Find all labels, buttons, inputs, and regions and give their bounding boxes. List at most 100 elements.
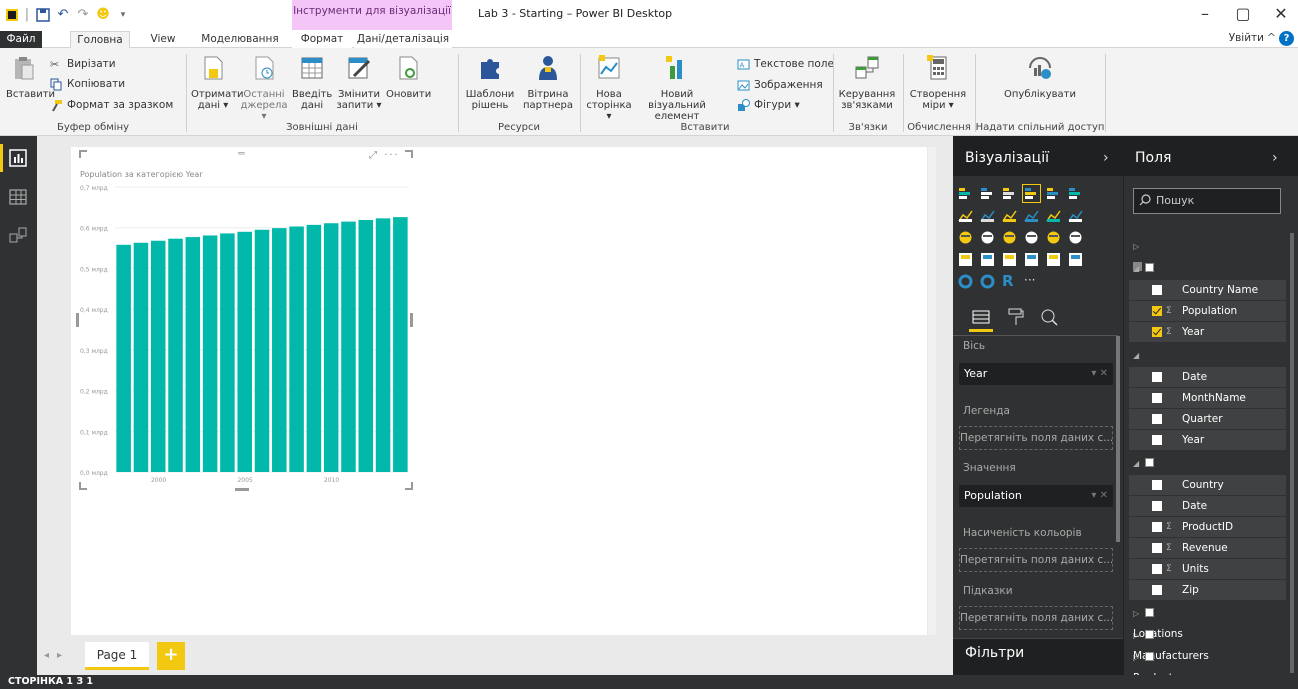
solution-templates-button[interactable]: Шаблони рішень — [462, 54, 518, 111]
field-item[interactable]: Country — [1129, 475, 1286, 495]
new-page-button[interactable]: Нова сторінка ▾ — [584, 54, 634, 122]
field-table-locations[interactable]: ▷Locations — [1133, 603, 1183, 640]
bar-2010[interactable] — [323, 223, 339, 472]
tab-home[interactable]: Головна — [70, 31, 130, 49]
new-visual-button[interactable]: Новий візуальний елемент — [636, 54, 718, 122]
chevron-expanded-icon[interactable]: ◢ — [1133, 459, 1139, 468]
maximize-button[interactable]: ▢ — [1234, 4, 1252, 23]
edit-queries-button[interactable]: Змінити запити ▾ — [336, 54, 382, 111]
tab-view[interactable]: View — [140, 31, 186, 48]
recent-sources-button[interactable]: Останні джерела ▾ — [240, 54, 288, 122]
field-checkbox[interactable] — [1152, 585, 1162, 595]
bar-2009[interactable] — [306, 224, 322, 472]
field-table-products[interactable]: ▷Products — [1133, 647, 1178, 684]
multi-row-card-icon[interactable] — [1024, 252, 1039, 267]
fields-search-input[interactable]: Пошук — [1133, 188, 1281, 214]
donut-chart-icon[interactable] — [980, 274, 995, 289]
save-icon[interactable] — [36, 8, 50, 22]
field-table-sales[interactable]: ▷Sales — [1133, 236, 1161, 293]
page-tab[interactable]: Page 1 — [85, 642, 149, 670]
field-item[interactable]: Σ Revenue — [1129, 538, 1286, 558]
help-icon[interactable]: ? — [1279, 31, 1294, 46]
new-measure-button[interactable]: Створення міри ▾ — [906, 54, 970, 111]
cut-button[interactable]: ✂ Вирізати — [50, 55, 116, 73]
field-item[interactable]: Country Name — [1129, 280, 1286, 300]
ribbon-chart-icon[interactable] — [1068, 208, 1083, 223]
redo-icon[interactable]: ↷ — [76, 8, 90, 22]
report-view-icon[interactable] — [9, 149, 27, 167]
collapse-viz-pane-icon[interactable]: › — [1103, 150, 1109, 166]
table-visual-icon[interactable] — [1046, 230, 1061, 245]
line-stacked-column-chart-icon[interactable] — [1046, 208, 1061, 223]
sign-in-link[interactable]: Увійти — [1229, 32, 1264, 44]
field-checkbox[interactable] — [1152, 543, 1162, 553]
resize-handle[interactable] — [79, 150, 87, 158]
line-column-chart-icon[interactable] — [1024, 208, 1039, 223]
field-item[interactable]: Σ Population — [1129, 301, 1286, 321]
field-table-manufacturers[interactable]: ▷Manufacturers — [1133, 625, 1209, 662]
bar-2008[interactable] — [289, 226, 304, 472]
funnel-icon[interactable] — [980, 252, 995, 267]
field-checkbox[interactable] — [1152, 435, 1162, 445]
pie-chart-icon[interactable] — [980, 230, 995, 245]
remove-field-icon[interactable]: ▾ ✕ — [1091, 363, 1108, 385]
field-checkbox[interactable] — [1152, 327, 1162, 337]
more-visuals-icon[interactable]: ··· — [1024, 274, 1039, 289]
fields-tab-icon[interactable] — [972, 308, 990, 326]
bar-2011[interactable] — [341, 221, 356, 472]
bar-1998[interactable] — [116, 244, 131, 472]
bar-2002[interactable] — [185, 237, 201, 472]
chevron-collapsed-icon[interactable]: ▷ — [1133, 653, 1139, 662]
100-column-chart-icon[interactable] — [1068, 186, 1083, 201]
chevron-collapsed-icon[interactable]: ▷ — [1133, 242, 1139, 251]
field-table-country-population[interactable]: ◢Country Population — [1133, 258, 1188, 315]
focus-mode-icon[interactable]: ⤢ — [369, 150, 379, 161]
field-item[interactable]: Year — [1129, 430, 1286, 450]
partner-showcase-button[interactable]: Вітрина партнера — [520, 54, 576, 111]
line-chart-icon[interactable] — [958, 208, 973, 223]
add-page-button[interactable]: + — [157, 642, 185, 670]
bar-2013[interactable] — [375, 218, 391, 472]
r-visual-icon[interactable]: R — [1002, 274, 1017, 289]
field-item[interactable]: Quarter — [1129, 409, 1286, 429]
bar-2001[interactable] — [168, 238, 183, 472]
axis-well-field[interactable]: Year ▾ ✕ — [959, 363, 1113, 385]
analytics-magnifier-icon[interactable] — [1040, 308, 1058, 326]
map-icon[interactable] — [1024, 230, 1039, 245]
tab-file[interactable]: Файл — [0, 31, 42, 48]
enter-data-button[interactable]: Введіть дані — [292, 54, 332, 111]
get-data-button[interactable]: Отримати дані ▾ — [191, 54, 244, 111]
resize-handle[interactable] — [235, 488, 249, 491]
collapse-ribbon-icon[interactable]: ^ — [1267, 31, 1276, 44]
field-checkbox[interactable] — [1152, 480, 1162, 490]
tab-data-drill[interactable]: Дані/деталізація — [354, 31, 452, 48]
drag-handle-icon[interactable]: ═ — [238, 147, 245, 160]
smiley-feedback-icon[interactable]: ☻ — [96, 8, 110, 22]
tab-format[interactable]: Формат — [292, 31, 352, 48]
field-item[interactable]: Date — [1129, 496, 1286, 516]
minimize-button[interactable]: – — [1196, 4, 1214, 23]
field-item[interactable]: Σ Units — [1129, 559, 1286, 579]
values-well-field[interactable]: Population ▾ ✕ — [959, 485, 1113, 507]
relationships-view-icon[interactable] — [9, 226, 27, 244]
viz-pane-scrollbar[interactable] — [1116, 336, 1120, 542]
bar-2003[interactable] — [202, 235, 218, 472]
textbox-button[interactable]: A Текстове поле — [737, 55, 834, 73]
field-checkbox[interactable] — [1152, 501, 1162, 511]
fields-pane-scrollbar[interactable] — [1290, 233, 1294, 673]
clustered-bar-chart-icon[interactable] — [1002, 186, 1017, 201]
format-painter-button[interactable]: Формат за зразком — [50, 96, 173, 114]
100-bar-chart-icon[interactable] — [1046, 186, 1061, 201]
tab-modeling[interactable]: Моделювання — [198, 31, 282, 48]
manage-relationships-button[interactable]: Керування зв'язками — [838, 54, 896, 111]
field-item[interactable]: Σ Year — [1129, 322, 1286, 342]
field-item[interactable]: Zip — [1129, 580, 1286, 600]
field-checkbox[interactable] — [1152, 306, 1162, 316]
gauge-icon[interactable] — [1002, 252, 1017, 267]
matrix-visual-icon[interactable] — [1068, 230, 1083, 245]
more-options-icon[interactable]: ··· — [384, 150, 400, 161]
data-view-icon[interactable] — [9, 188, 27, 206]
treemap-icon[interactable] — [1002, 230, 1017, 245]
chevron-collapsed-icon[interactable]: ▷ — [1133, 631, 1139, 640]
undo-icon[interactable]: ↶ — [56, 8, 70, 22]
